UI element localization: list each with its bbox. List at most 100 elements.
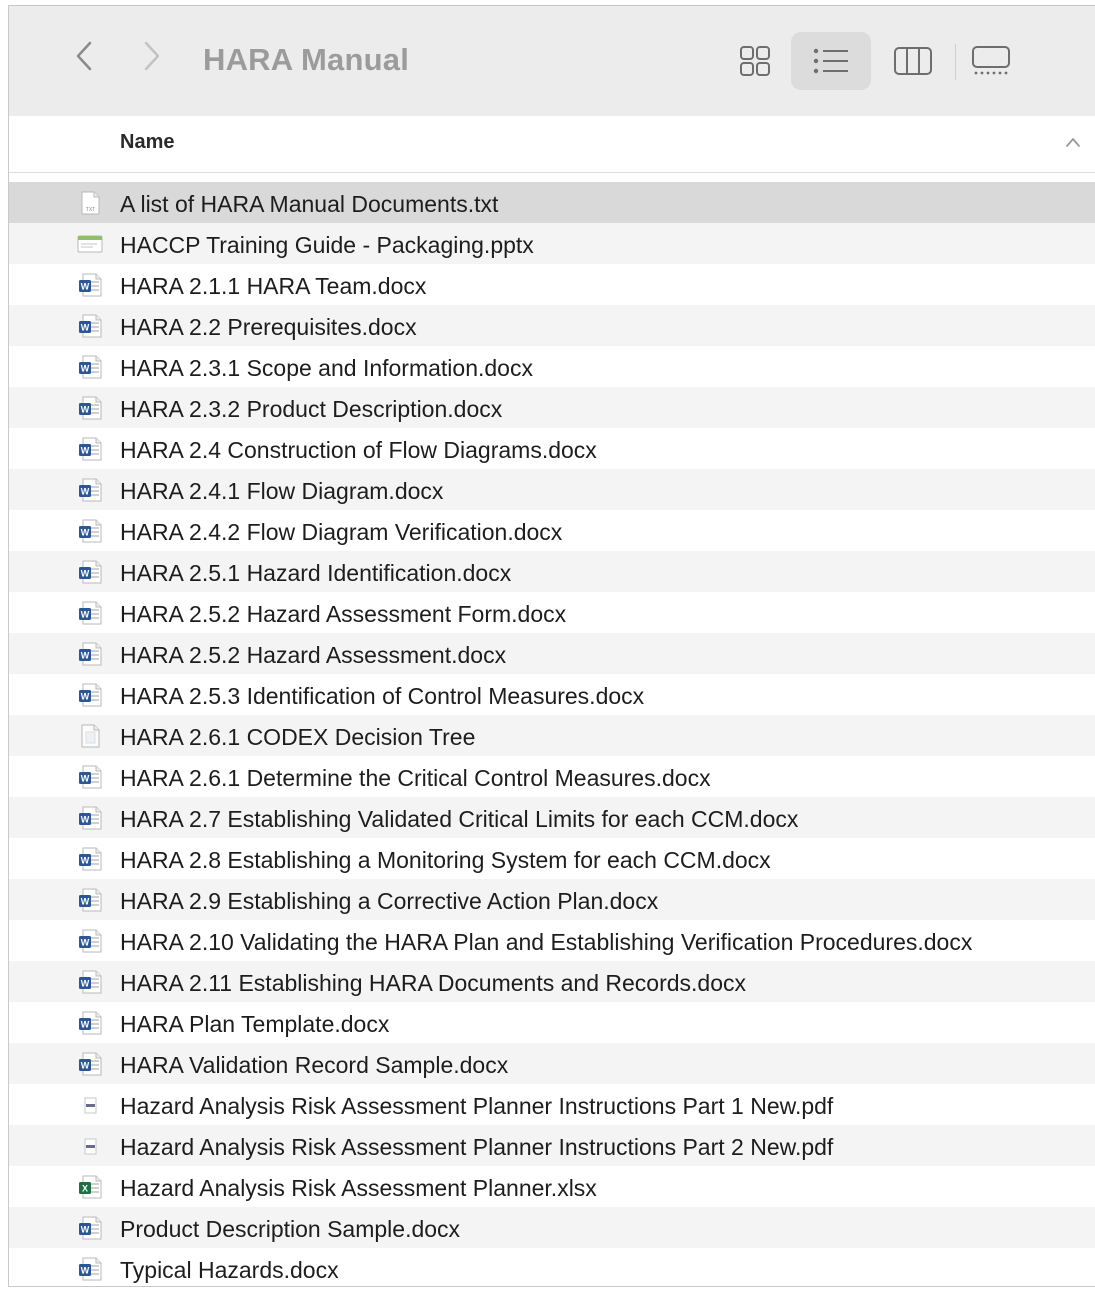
column-view-button[interactable] <box>883 32 943 90</box>
file-row[interactable]: W HARA Plan Template.docx <box>9 1002 1095 1043</box>
toolbar: HARA Manual <box>9 6 1095 116</box>
file-row[interactable]: W HARA 2.11 Establishing HARA Documents a… <box>9 961 1095 1002</box>
word-doc-icon: W <box>79 970 102 994</box>
file-name: HARA 2.6.1 Determine the Critical Contro… <box>120 765 711 791</box>
word-doc-icon: W <box>79 560 102 584</box>
word-doc-icon: W <box>79 478 102 502</box>
text-file-icon: TXT <box>81 191 100 215</box>
svg-text:W: W <box>81 692 90 702</box>
file-name: HARA 2.8 Establishing a Monitoring Syste… <box>120 847 771 873</box>
file-row[interactable]: W HARA 2.4 Construction of Flow Diagrams.… <box>9 428 1095 469</box>
file-row[interactable]: W HARA 2.7 Establishing Validated Critica… <box>9 797 1095 838</box>
file-row[interactable]: W HARA 2.5.1 Hazard Identification.docx <box>9 551 1095 592</box>
file-name: Hazard Analysis Risk Assessment Planner … <box>120 1093 834 1119</box>
gallery-view-button[interactable] <box>965 32 1017 90</box>
svg-text:TXT: TXT <box>86 207 95 213</box>
file-row[interactable]: W HARA 2.5.3 Identification of Control Me… <box>9 674 1095 715</box>
back-button[interactable] <box>69 36 99 76</box>
generic-file-icon <box>81 724 100 748</box>
file-name: A list of HARA Manual Documents.txt <box>120 191 499 217</box>
word-doc-icon: W <box>79 355 102 379</box>
svg-text:W: W <box>81 569 90 579</box>
svg-text:W: W <box>81 610 90 620</box>
word-doc-icon: W <box>79 1257 102 1281</box>
file-name: HARA 2.9 Establishing a Corrective Actio… <box>120 888 659 914</box>
file-name: HARA Validation Record Sample.docx <box>120 1052 509 1078</box>
name-column-header[interactable]: Name <box>120 131 174 154</box>
file-row[interactable]: W HARA 2.3.1 Scope and Information.docx <box>9 346 1095 387</box>
file-row[interactable]: W HARA 2.5.2 Hazard Assessment.docx <box>9 633 1095 674</box>
file-name: HARA 2.1.1 HARA Team.docx <box>120 273 427 299</box>
file-row[interactable]: Hazard Analysis Risk Assessment Planner … <box>9 1084 1095 1125</box>
file-name: HARA Plan Template.docx <box>120 1011 390 1037</box>
file-row[interactable]: W Typical Hazards.docx <box>9 1248 1095 1286</box>
file-row[interactable]: HARA 2.6.1 CODEX Decision Tree <box>9 715 1095 756</box>
presentation-file-icon <box>77 235 103 253</box>
word-doc-icon: W <box>79 888 102 912</box>
list-header: Name <box>9 116 1095 173</box>
file-name: HARA 2.7 Establishing Validated Critical… <box>120 806 799 832</box>
file-row[interactable]: W HARA 2.4.2 Flow Diagram Verification.do… <box>9 510 1095 551</box>
svg-text:W: W <box>81 1061 90 1071</box>
svg-text:W: W <box>81 651 90 661</box>
file-row[interactable]: Hazard Analysis Risk Assessment Planner … <box>9 1125 1095 1166</box>
file-row[interactable]: W HARA 2.6.1 Determine the Critical Contr… <box>9 756 1095 797</box>
file-row[interactable]: W HARA 2.2 Prerequisites.docx <box>9 305 1095 346</box>
file-row[interactable]: HACCP Training Guide - Packaging.pptx <box>9 223 1095 264</box>
finder-window: HARA Manual Name TXT A list of HARA Manu… <box>8 5 1095 1287</box>
word-doc-icon: W <box>79 314 102 338</box>
file-name: HACCP Training Guide - Packaging.pptx <box>120 232 534 258</box>
file-name: Typical Hazards.docx <box>120 1257 339 1283</box>
word-doc-icon: W <box>79 396 102 420</box>
word-doc-icon: W <box>79 273 102 297</box>
file-name: HARA 2.11 Establishing HARA Documents an… <box>120 970 746 996</box>
word-doc-icon: W <box>79 519 102 543</box>
svg-text:W: W <box>81 856 90 866</box>
svg-text:W: W <box>81 446 90 456</box>
word-doc-icon: W <box>79 601 102 625</box>
file-name: Hazard Analysis Risk Assessment Planner … <box>120 1134 834 1160</box>
svg-text:W: W <box>81 323 90 333</box>
file-row[interactable]: W HARA 2.1.1 HARA Team.docx <box>9 264 1095 305</box>
file-name: HARA 2.4.1 Flow Diagram.docx <box>120 478 444 504</box>
file-name: Hazard Analysis Risk Assessment Planner.… <box>120 1175 597 1201</box>
file-row[interactable]: X Hazard Analysis Risk Assessment Planner… <box>9 1166 1095 1207</box>
svg-text:W: W <box>81 364 90 374</box>
word-doc-icon: W <box>79 929 102 953</box>
svg-text:W: W <box>81 815 90 825</box>
toolbar-separator <box>955 44 956 80</box>
sort-ascending-icon[interactable] <box>1065 136 1081 148</box>
file-row[interactable]: W HARA 2.10 Validating the HARA Plan and … <box>9 920 1095 961</box>
forward-button[interactable] <box>137 36 167 76</box>
svg-text:W: W <box>81 938 90 948</box>
file-row[interactable]: W Product Description Sample.docx <box>9 1207 1095 1248</box>
columns-icon <box>894 47 932 75</box>
file-row[interactable]: W HARA 2.8 Establishing a Monitoring Syst… <box>9 838 1095 879</box>
svg-text:W: W <box>81 897 90 907</box>
svg-text:W: W <box>81 1266 90 1276</box>
word-doc-icon: W <box>79 683 102 707</box>
svg-text:W: W <box>81 774 90 784</box>
file-row[interactable]: TXT A list of HARA Manual Documents.txt <box>9 182 1095 223</box>
file-list: TXT A list of HARA Manual Documents.txt HA… <box>9 182 1095 1286</box>
chevron-left-icon <box>76 41 92 71</box>
word-doc-icon: W <box>79 806 102 830</box>
word-doc-icon: W <box>79 437 102 461</box>
file-row[interactable]: W HARA 2.5.2 Hazard Assessment Form.docx <box>9 592 1095 633</box>
chevron-right-icon <box>144 41 160 71</box>
file-name: HARA 2.5.2 Hazard Assessment.docx <box>120 642 507 668</box>
file-row[interactable]: W HARA 2.4.1 Flow Diagram.docx <box>9 469 1095 510</box>
file-row[interactable]: W HARA 2.3.2 Product Description.docx <box>9 387 1095 428</box>
svg-text:W: W <box>81 487 90 497</box>
list-view-button[interactable] <box>791 32 871 90</box>
file-row[interactable]: W HARA 2.9 Establishing a Corrective Acti… <box>9 879 1095 920</box>
file-name: Product Description Sample.docx <box>120 1216 461 1242</box>
file-row[interactable]: W HARA Validation Record Sample.docx <box>9 1043 1095 1084</box>
window-title: HARA Manual <box>203 42 410 77</box>
list-icon <box>813 48 848 74</box>
file-name: HARA 2.3.2 Product Description.docx <box>120 396 503 422</box>
svg-text:W: W <box>81 282 90 292</box>
grid-icon <box>740 46 770 76</box>
svg-text:W: W <box>81 405 90 415</box>
icon-view-button[interactable] <box>727 32 783 90</box>
